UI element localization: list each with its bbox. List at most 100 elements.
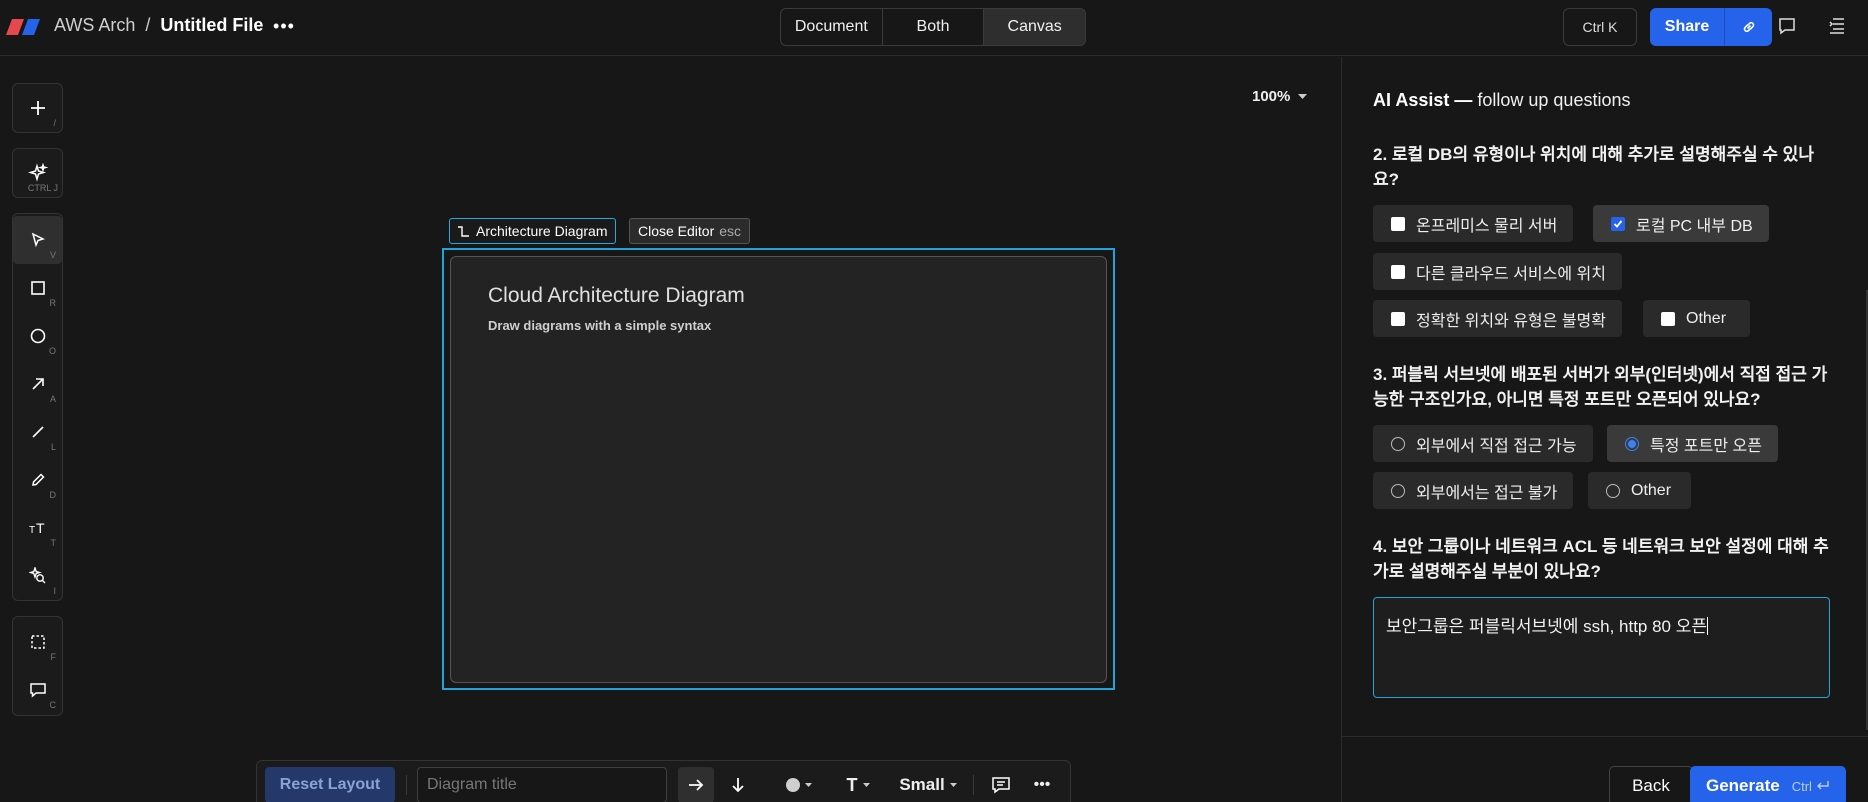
q2-option-other-cloud[interactable]: 다른 클라우드 서비스에 위치 [1373,253,1622,290]
view-document-button[interactable]: Document [781,9,883,45]
color-picker-button[interactable] [779,767,819,802]
answer-textarea[interactable]: 보안그룹은 퍼블릭서브넷에 ssh, http 80 오픈 [1373,597,1830,698]
drawing-tools: V R O A L D TT T I [12,213,63,601]
file-name[interactable]: Untitled File [160,15,263,36]
q2-option-onprem[interactable]: 온프레미스 물리 서버 [1373,205,1574,242]
ai-sparkle-button[interactable]: CTRL J [13,149,62,197]
generate-label: Generate [1706,776,1780,795]
q3-option-direct-access[interactable]: 외부에서 직접 접근 가능 [1373,425,1593,462]
check-icon [1613,219,1623,228]
generate-shortcut: Ctrl [1792,779,1829,794]
diagram-type-chip[interactable]: Architecture Diagram [449,218,616,244]
q2-option-unclear[interactable]: 정확한 위치와 유형은 불명확 [1373,300,1622,337]
line-tool-button[interactable]: L [13,408,62,456]
option-label: Other [1686,309,1727,327]
radio-button[interactable] [1606,483,1620,498]
direction-down-button[interactable] [720,767,756,802]
text-style-button[interactable]: T [838,767,878,802]
add-tool-key: / [53,118,56,128]
app-logo-icon[interactable] [6,19,46,35]
panel-header-rest: follow up questions [1472,90,1631,110]
reset-layout-button[interactable]: Reset Layout [265,767,395,802]
add-tool-group: / [12,83,63,133]
more-options-icon[interactable]: ••• [272,14,296,38]
question-4: 4. 보안 그룹이나 네트워크 ACL 등 네트워크 보안 설정에 대해 추가로… [1373,537,1829,581]
add-tool-button[interactable]: / [13,84,62,132]
q3-option-specific-ports[interactable]: 특정 포트만 오픈 [1607,425,1778,462]
radio-button[interactable] [1391,436,1405,451]
close-editor-button[interactable]: Close Editor esc [629,218,751,244]
copy-link-icon[interactable] [1725,19,1772,35]
text-tool-button[interactable]: TT T [13,504,62,552]
share-button[interactable]: Share [1650,8,1772,46]
direction-right-button[interactable] [678,767,714,802]
divider [406,775,407,795]
diagram-subtitle: Draw diagrams with a simple syntax [488,318,712,333]
option-label: 외부에서 직접 접근 가능 [1416,437,1577,455]
pencil-tool-key: D [49,490,57,500]
back-button[interactable]: Back [1609,766,1693,802]
comment-tool-button[interactable]: C [13,666,62,714]
color-swatch-icon [786,778,800,792]
command-palette-button[interactable]: Ctrl K [1563,8,1637,46]
frame-tools: F C [12,616,63,716]
chevron-down-icon [949,782,957,787]
comment-tool-key: C [49,700,57,710]
radio-button[interactable] [1391,483,1405,498]
comments-icon[interactable] [1775,14,1799,38]
size-label: Small [899,775,945,794]
rectangle-tool-button[interactable]: R [13,264,62,312]
arrow-down-icon [732,778,744,793]
panel-footer-divider [1341,736,1868,737]
line-tool-key: L [50,442,56,452]
option-label: 다른 클라우드 서비스에 위치 [1416,265,1606,283]
pencil-tool-button[interactable]: D [13,456,62,504]
frame-tool-button[interactable]: F [13,618,62,666]
select-tool-button[interactable]: V [13,216,62,264]
zoom-dropdown[interactable]: 100% [1252,88,1308,105]
svg-text:T: T [36,520,45,536]
chevron-down-icon [1298,93,1308,99]
comment-lines-icon [992,777,1010,794]
checkbox[interactable] [1391,311,1405,326]
question-2: 2. 로컬 DB의 유형이나 위치에 대해 추가로 설명해주실 수 있나요? [1373,145,1814,189]
q3-option-other[interactable]: Other [1588,472,1692,509]
ellipse-tool-button[interactable]: O [13,312,62,360]
icon-search-tool-button[interactable]: I [13,552,62,600]
rectangle-tool-key: R [49,298,57,308]
diagram-chip-label: Architecture Diagram [476,223,608,239]
generate-button[interactable]: Generate Ctrl [1690,766,1846,802]
frame-tool-key: F [50,652,57,662]
outline-panel-icon[interactable] [1825,14,1849,38]
diagram-title-input[interactable] [417,767,667,802]
top-bar: AWS Arch / Untitled File ••• Document Bo… [0,0,1868,56]
arrow-tool-button[interactable]: A [13,360,62,408]
view-canvas-button[interactable]: Canvas [984,9,1085,45]
text-tool-key: T [50,538,57,548]
more-options-icon[interactable]: ••• [1025,767,1059,802]
checkbox-checked[interactable] [1611,216,1625,231]
chevron-down-icon [862,782,870,787]
checkbox[interactable] [1391,216,1405,231]
checkbox[interactable] [1391,264,1405,279]
svg-text:T: T [29,525,35,536]
close-editor-label: Close Editor [638,223,715,239]
bottom-toolbar: Reset Layout T Small ••• [256,760,1071,802]
panel-header: AI Assist — follow up questions [1373,90,1630,111]
q2-option-other[interactable]: Other [1643,300,1751,337]
view-both-button[interactable]: Both [883,9,985,45]
close-editor-key: esc [719,223,742,239]
option-label: 외부에서는 접근 불가 [1416,484,1558,502]
text-caret [1707,617,1709,635]
annotation-button[interactable] [984,767,1018,802]
checkbox[interactable] [1661,311,1675,326]
generate-hint-text: Ctrl [1791,778,1812,794]
radio-button-selected[interactable] [1625,436,1639,451]
q2-option-local-pc[interactable]: 로컬 PC 내부 DB [1593,205,1769,242]
project-name[interactable]: AWS Arch [54,15,135,36]
diagram-connector-icon [458,225,469,237]
size-dropdown[interactable]: Small [894,767,962,802]
enter-key-icon [1816,780,1829,789]
option-label: Other [1631,481,1672,499]
q3-option-no-access[interactable]: 외부에서는 접근 불가 [1373,472,1574,509]
